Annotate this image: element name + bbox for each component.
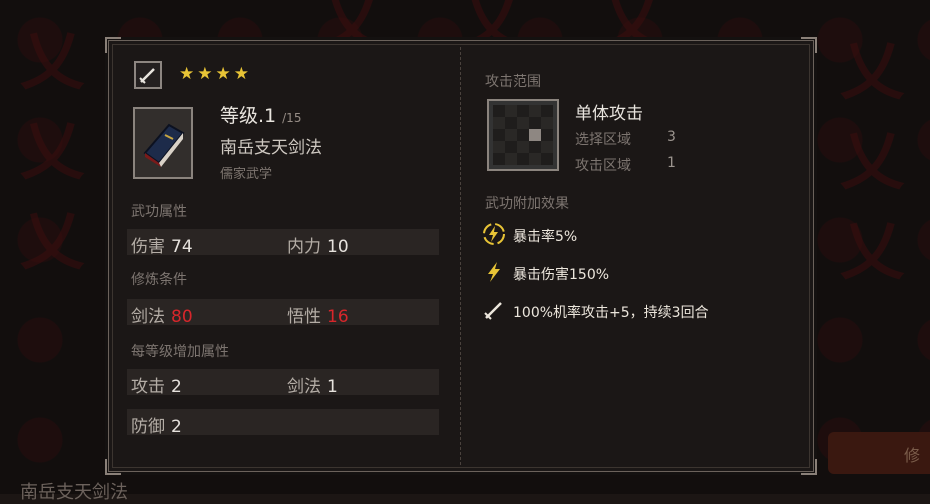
- select-area-value: 3: [667, 129, 676, 145]
- sword-gain: 剑法 1: [287, 372, 338, 397]
- defense-gain-label: 防御: [131, 417, 165, 437]
- skill-level: 等级.1/15: [220, 101, 301, 128]
- sword-type-icon: [134, 61, 162, 89]
- frame-corner: [105, 459, 121, 475]
- insight-req-label: 悟性: [287, 307, 321, 327]
- select-area-label: 选择区域: [575, 132, 631, 148]
- star-icon: ★: [197, 64, 213, 84]
- requirements-title: 修炼条件: [131, 272, 187, 288]
- defense-gain-value: 2: [171, 417, 182, 437]
- damage-label: 伤害: [131, 237, 165, 257]
- range-type: 单体攻击: [575, 104, 643, 124]
- range-title: 攻击范围: [485, 74, 541, 90]
- skill-school: 儒家武学: [220, 167, 273, 182]
- effects-title: 武功附加效果: [485, 196, 569, 212]
- lightning-circle-icon: [481, 221, 507, 251]
- lightning-icon: [481, 259, 507, 289]
- effect-item: 暴击率5%: [481, 223, 577, 249]
- sword-requirement: 剑法 80: [131, 302, 193, 327]
- neili-value: 10: [327, 237, 349, 257]
- effect-item: 100%机率攻击+5，持续3回合: [481, 299, 709, 325]
- neili-label: 内力: [287, 237, 321, 257]
- attack-gain: 攻击 2: [131, 372, 182, 397]
- sword-icon: [481, 297, 507, 327]
- sword-gain-label: 剑法: [287, 377, 321, 397]
- star-icon: ★: [215, 64, 231, 84]
- damage-value: 74: [171, 237, 193, 257]
- frame-corner: [105, 37, 121, 53]
- skill-book-icon: [133, 107, 193, 179]
- attack-area: 攻击区域 1: [575, 155, 676, 175]
- background-skill-title: 南岳支天剑法: [20, 482, 128, 503]
- attack-gain-label: 攻击: [131, 377, 165, 397]
- attack-gain-value: 2: [171, 377, 182, 397]
- frame-corner: [801, 37, 817, 53]
- damage-stat: 伤害 74: [131, 232, 193, 257]
- attack-area-value: 1: [667, 155, 676, 171]
- level-max: /15: [282, 111, 302, 125]
- level-label: 等级.1: [220, 105, 277, 127]
- per-level-title: 每等级增加属性: [131, 344, 229, 360]
- attack-area-label: 攻击区域: [575, 158, 631, 174]
- star-rating: ★ ★ ★ ★: [179, 64, 252, 84]
- defense-gain: 防御 2: [131, 412, 182, 437]
- sword-req-label: 剑法: [131, 307, 165, 327]
- effect-text: 暴击率5%: [513, 229, 578, 245]
- select-area: 选择区域 3: [575, 129, 676, 149]
- effect-text: 100%机率攻击+5，持续3回合: [513, 305, 709, 321]
- insight-requirement: 悟性 16: [287, 302, 349, 327]
- insight-req-value: 16: [327, 307, 349, 327]
- effect-text: 暴击伤害150%: [513, 267, 610, 283]
- attack-range-grid: [487, 99, 559, 171]
- skill-detail-panel: ★ ★ ★ ★ 等级.1/15 南岳支天剑法 儒家武学 武功属性 伤害 74 内力 10 …: [105, 37, 817, 475]
- skill-name: 南岳支天剑法: [220, 138, 322, 158]
- frame-corner: [801, 459, 817, 475]
- per-level-row: 攻击 2 剑法 1: [127, 369, 439, 397]
- effect-item: 暴击伤害150%: [481, 261, 609, 287]
- background-cultivate-button[interactable]: 修: [828, 432, 930, 474]
- sword-req-value: 80: [171, 307, 193, 327]
- neili-stat: 内力 10: [287, 232, 349, 257]
- sword-gain-value: 1: [327, 377, 338, 397]
- target-cell: [529, 129, 541, 141]
- attributes-title: 武功属性: [131, 204, 187, 220]
- per-level-row: 防御 2: [127, 409, 439, 437]
- attributes-row: 伤害 74 内力 10: [127, 229, 439, 257]
- star-icon: ★: [179, 64, 195, 84]
- panel-divider: [460, 47, 461, 465]
- star-icon: ★: [233, 64, 249, 84]
- requirements-row: 剑法 80 悟性 16: [127, 299, 439, 327]
